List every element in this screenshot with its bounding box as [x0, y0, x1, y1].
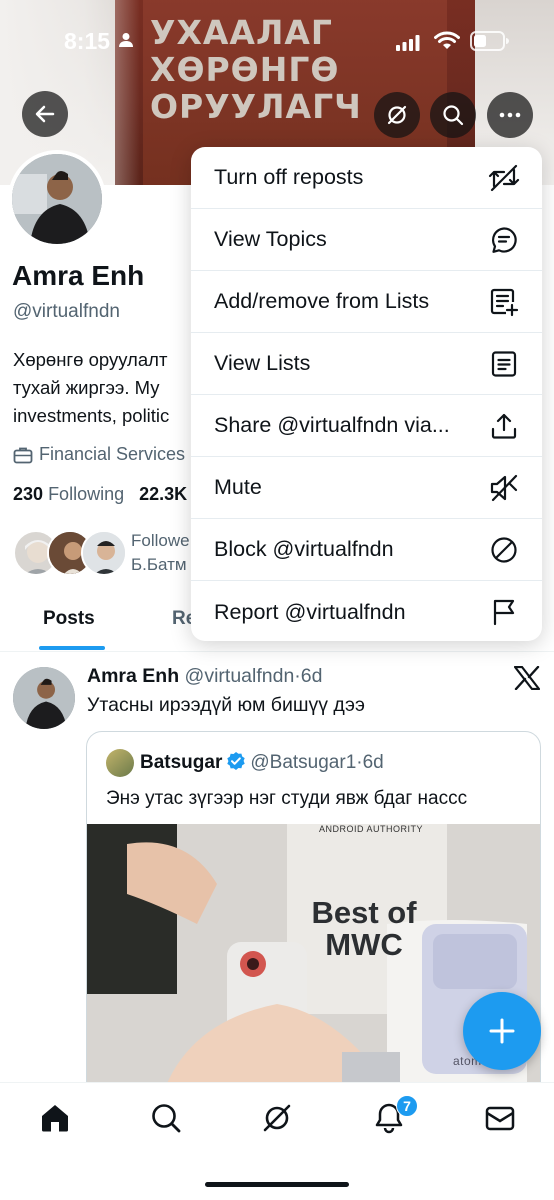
post-author-handle: @virtualfndn: [184, 665, 295, 687]
home-indicator: [205, 1182, 349, 1187]
status-bar: 8:15: [0, 0, 554, 80]
media-sign: Best of MWC: [311, 895, 417, 962]
menu-item-mute[interactable]: Mute: [191, 457, 542, 519]
menu-item-turn-off-reposts[interactable]: Turn off reposts: [191, 147, 542, 209]
followers-count[interactable]: 22.3K: [139, 484, 187, 504]
menu-item-share-via[interactable]: Share @virtualfndn via...: [191, 395, 542, 457]
share-icon: [488, 410, 520, 442]
quote-media-image[interactable]: Best of MWC ANDROID AUTHORITY atom: [87, 824, 540, 1110]
tab-posts[interactable]: Posts: [43, 608, 95, 630]
search-button[interactable]: [430, 92, 476, 138]
lists-icon: [488, 348, 520, 380]
quote-author-handle: @Batsugar1: [250, 752, 357, 773]
search-icon: [152, 1104, 181, 1133]
profile-handle: @virtualfndn: [13, 301, 120, 322]
plus-icon: [489, 1018, 515, 1044]
grok-icon: [263, 1104, 291, 1132]
more-options-button[interactable]: [487, 92, 533, 138]
grok-icon: [387, 105, 407, 125]
media-brand: ANDROID AUTHORITY: [319, 824, 424, 834]
menu-item-report[interactable]: Report @virtualfndn: [191, 581, 542, 641]
profile-category: Financial Services: [13, 444, 185, 465]
profile-more-menu: Turn off reposts View Topics Add/remove …: [191, 147, 542, 641]
post-author-avatar[interactable]: [13, 667, 75, 729]
quote-author-name: Batsugar: [140, 752, 223, 773]
profile-stats: 230 Following 22.3K: [13, 484, 187, 505]
signal-icon: [396, 35, 420, 51]
active-tab-indicator: [39, 646, 105, 650]
quote-time: 6d: [362, 752, 384, 773]
post-text: Утасны ирээдүй юм бишүү дээ: [87, 694, 365, 716]
nav-search[interactable]: [149, 1101, 183, 1135]
mail-icon: [485, 1106, 515, 1131]
flag-icon: [488, 596, 520, 628]
home-icon: [42, 1105, 68, 1132]
avatar-photo: [12, 154, 102, 244]
grok-button[interactable]: [374, 92, 420, 138]
verified-badge-icon: [227, 752, 246, 770]
avatar: [81, 530, 127, 576]
profile-avatar[interactable]: [8, 150, 106, 248]
post-author-name[interactable]: Amra Enh: [87, 665, 179, 687]
repost-off-icon: [488, 162, 520, 194]
battery-icon: [470, 31, 509, 51]
notifications-badge: 7: [396, 1095, 418, 1117]
category-label: Financial Services: [39, 444, 186, 464]
status-time: 8:15: [64, 28, 111, 54]
x-logo-icon: [514, 666, 540, 690]
wifi-icon: [434, 31, 460, 49]
followed-by-text[interactable]: Followe Б.Батм: [131, 529, 190, 577]
block-icon: [488, 534, 520, 566]
post-time: 6d: [300, 665, 323, 687]
menu-item-add-remove-lists[interactable]: Add/remove from Lists: [191, 271, 542, 333]
briefcase-icon: [13, 447, 33, 463]
nav-messages[interactable]: [483, 1101, 517, 1135]
quote-header: Batsugar @Batsugar1·6d: [140, 752, 384, 773]
topics-icon: [488, 224, 520, 256]
mute-icon: [488, 472, 520, 504]
menu-item-view-topics[interactable]: View Topics: [191, 209, 542, 271]
nav-home[interactable]: [38, 1101, 72, 1135]
list-add-icon: [488, 286, 520, 318]
quote-text: Энэ утас зүгээр нэг студи явж бдаг нассс: [106, 788, 468, 809]
back-button[interactable]: [22, 91, 68, 137]
person-icon: [119, 33, 133, 47]
post-header: Amra Enh @virtualfndn·6d: [87, 665, 323, 687]
menu-item-block[interactable]: Block @virtualfndn: [191, 519, 542, 581]
menu-item-view-lists[interactable]: View Lists: [191, 333, 542, 395]
nav-grok[interactable]: [260, 1101, 294, 1135]
following-stat[interactable]: 230 Following: [13, 484, 124, 504]
more-horizontal-icon: [499, 112, 521, 118]
search-icon: [443, 105, 464, 126]
quote-author-avatar: [106, 749, 134, 777]
compose-post-button[interactable]: [463, 992, 541, 1070]
profile-name: Amra Enh: [12, 260, 145, 291]
arrow-left-icon: [35, 105, 55, 123]
